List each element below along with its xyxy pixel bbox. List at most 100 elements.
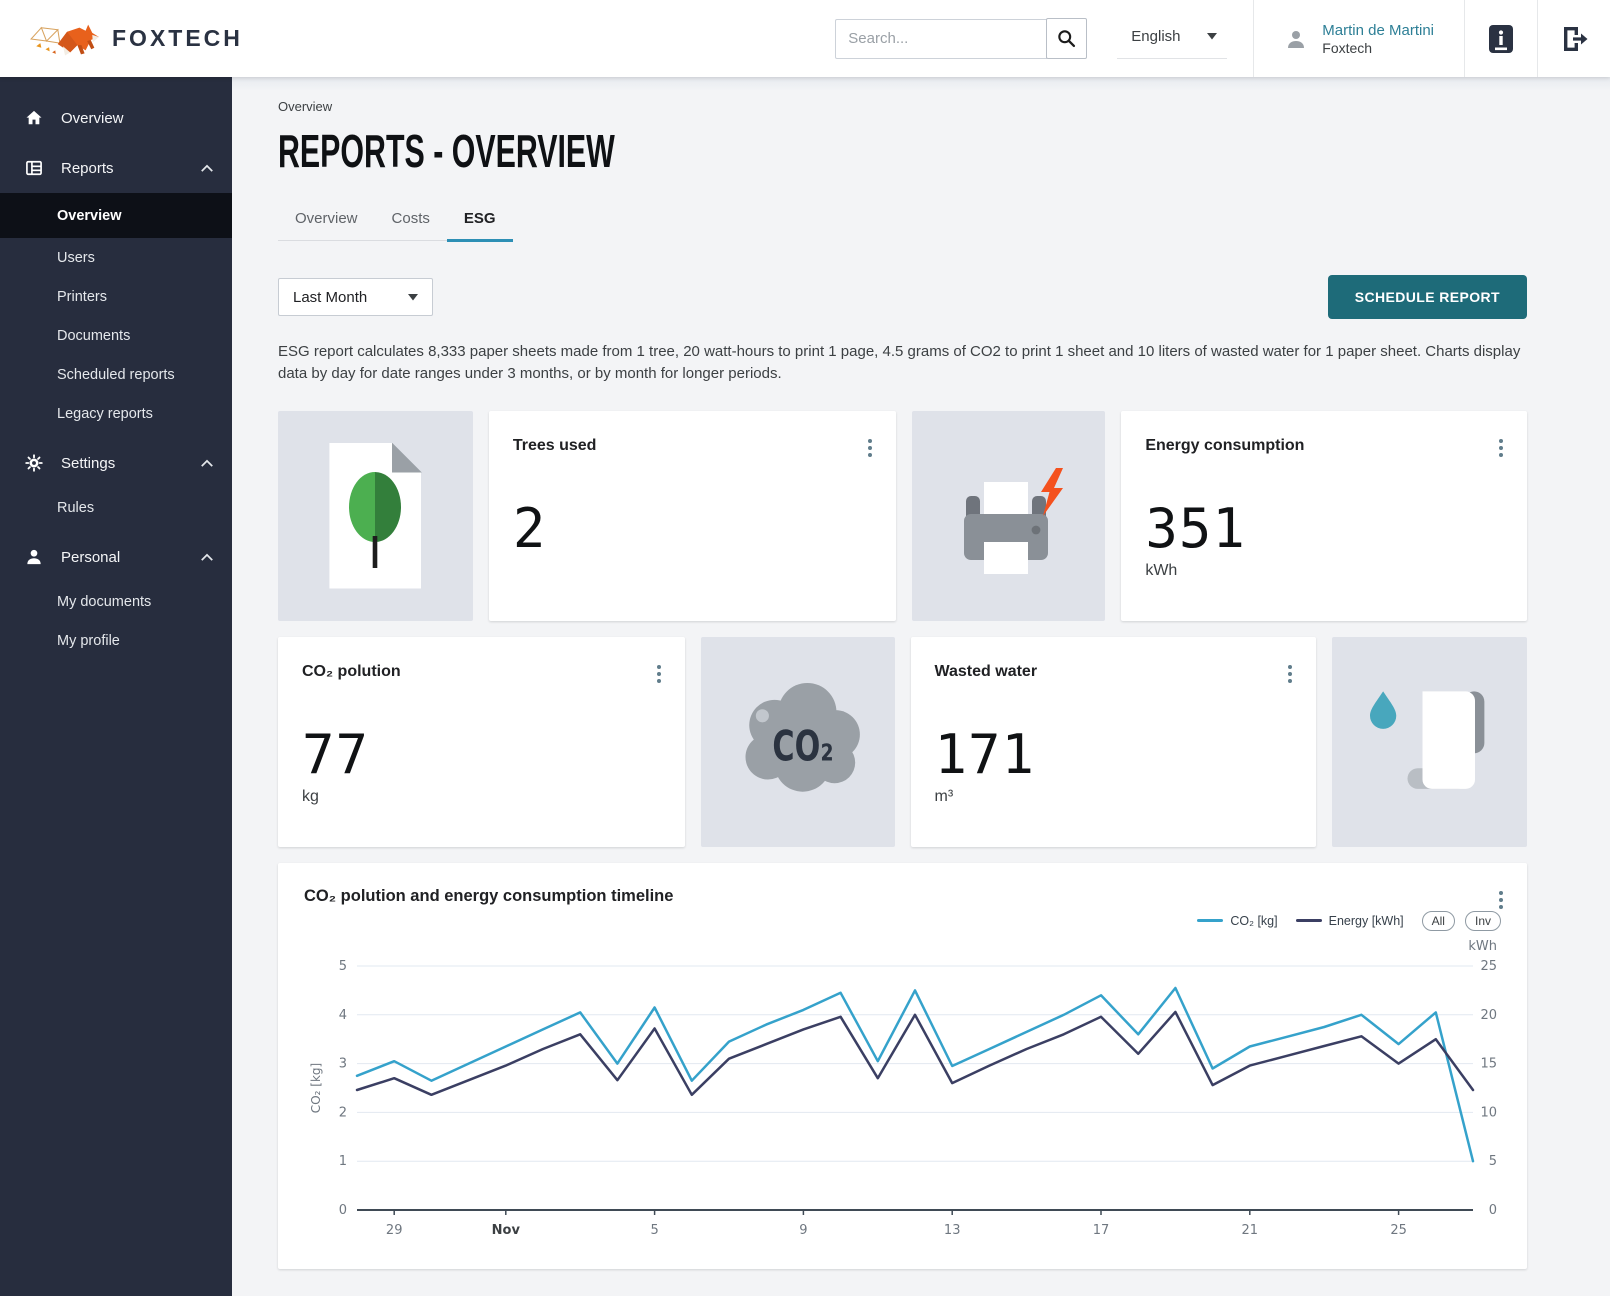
tile-printer xyxy=(912,411,1106,621)
toggle-inv-button[interactable]: Inv xyxy=(1465,911,1501,931)
language-value: English xyxy=(1131,28,1180,45)
tile-co2-cloud: CO₂ xyxy=(701,637,895,847)
svg-text:Nov: Nov xyxy=(492,1223,521,1238)
sidebar-item-printers[interactable]: Printers xyxy=(0,277,232,316)
svg-text:21: 21 xyxy=(1242,1223,1259,1238)
svg-text:3: 3 xyxy=(339,1056,347,1071)
sidebar-item-scheduled-reports[interactable]: Scheduled reports xyxy=(0,355,232,394)
sidebar-item-documents[interactable]: Documents xyxy=(0,316,232,355)
user-menu[interactable]: Martin de Martini Foxtech xyxy=(1254,0,1464,77)
user-company: Foxtech xyxy=(1322,40,1434,56)
user-avatar-icon xyxy=(1284,27,1308,51)
sidebar-group-label: Personal xyxy=(61,549,120,566)
sidebar-group-personal[interactable]: Personal xyxy=(0,532,232,582)
logout-button[interactable] xyxy=(1538,0,1610,77)
sidebar-item-my-documents[interactable]: My documents xyxy=(0,582,232,621)
svg-text:5: 5 xyxy=(650,1223,658,1238)
legend-item-energy[interactable]: Energy [kWh] xyxy=(1296,914,1404,928)
sidebar-item-label: Users xyxy=(57,250,95,266)
caret-down-icon xyxy=(1207,33,1217,40)
schedule-report-button[interactable]: SCHEDULE REPORT xyxy=(1328,275,1527,319)
svg-text:17: 17 xyxy=(1093,1223,1110,1238)
co2-cloud-label: CO₂ xyxy=(773,721,834,770)
chevron-up-icon xyxy=(200,164,214,173)
tab-costs[interactable]: Costs xyxy=(375,200,447,242)
sidebar-item-label: Documents xyxy=(57,328,130,344)
period-select-value: Last Month xyxy=(293,289,367,306)
sidebar-item-label: My profile xyxy=(57,633,120,649)
svg-text:CO₂ [kg]: CO₂ [kg] xyxy=(309,1062,323,1112)
tree-icon xyxy=(339,466,411,576)
svg-text:0: 0 xyxy=(1489,1203,1497,1218)
user-name: Martin de Martini xyxy=(1322,21,1434,41)
kebab-icon xyxy=(657,665,661,683)
sidebar-item-label: My documents xyxy=(57,594,151,610)
card-value: 77 xyxy=(302,723,661,786)
search-icon xyxy=(1056,28,1077,49)
language-select[interactable]: English xyxy=(1117,19,1227,59)
chevron-up-icon xyxy=(200,553,214,562)
period-select[interactable]: Last Month xyxy=(278,278,433,316)
sidebar-item-overview[interactable]: Overview xyxy=(0,93,232,143)
kebab-menu-button[interactable] xyxy=(655,663,663,688)
sidebar-item-label: Printers xyxy=(57,289,107,305)
card-title: Trees used xyxy=(513,437,872,455)
sidebar-item-label: Overview xyxy=(57,208,122,224)
sidebar-item-users[interactable]: Users xyxy=(0,238,232,277)
sidebar-item-reports-overview[interactable]: Overview xyxy=(0,193,232,238)
page-fold xyxy=(392,443,422,473)
svg-text:10: 10 xyxy=(1480,1105,1497,1120)
kebab-menu-button[interactable] xyxy=(1286,663,1294,688)
tile-tree xyxy=(278,411,473,621)
card-title: Wasted water xyxy=(935,663,1293,681)
svg-text:25: 25 xyxy=(1480,959,1497,974)
chart-card: CO₂ polution and energy consumption time… xyxy=(278,863,1527,1269)
svg-text:13: 13 xyxy=(944,1223,961,1238)
search-input[interactable] xyxy=(835,19,1047,59)
sidebar-item-legacy-reports[interactable]: Legacy reports xyxy=(0,394,232,433)
card-trees-used: Trees used 2 xyxy=(489,411,896,621)
breadcrumb[interactable]: Overview xyxy=(278,99,1527,114)
svg-text:4: 4 xyxy=(339,1007,347,1022)
toggle-all-button[interactable]: All xyxy=(1422,911,1455,931)
card-energy: Energy consumption 351 kWh xyxy=(1121,411,1527,621)
card-title: Energy consumption xyxy=(1145,437,1503,455)
kebab-menu-button[interactable] xyxy=(1497,437,1505,462)
svg-text:5: 5 xyxy=(1489,1154,1497,1169)
help-manual-button[interactable] xyxy=(1465,0,1537,77)
card-value: 351 xyxy=(1145,497,1503,560)
info-book-icon xyxy=(1487,23,1515,55)
main-content: Overview REPORTS - OVERVIEW Overview Cos… xyxy=(232,77,1610,1296)
page-title: REPORTS - OVERVIEW xyxy=(278,124,1527,176)
kebab-icon xyxy=(1499,891,1503,909)
tabs: Overview Costs ESG xyxy=(278,200,513,241)
svg-text:2: 2 xyxy=(339,1105,347,1120)
sidebar-item-label: Rules xyxy=(57,500,94,516)
svg-text:29: 29 xyxy=(386,1223,403,1238)
brand-logo[interactable]: FOXTECH xyxy=(0,16,243,62)
tab-esg[interactable]: ESG xyxy=(447,200,513,242)
gear-icon xyxy=(24,453,44,473)
tab-overview[interactable]: Overview xyxy=(278,200,375,242)
svg-text:5: 5 xyxy=(339,959,347,974)
logout-icon xyxy=(1559,24,1589,54)
sidebar-item-my-profile[interactable]: My profile xyxy=(0,621,232,660)
sidebar-group-reports[interactable]: Reports xyxy=(0,143,232,193)
search-button[interactable] xyxy=(1046,18,1087,59)
sidebar: Overview Reports Overview Users Printers… xyxy=(0,77,232,1296)
caret-down-icon xyxy=(408,294,418,301)
sidebar-item-rules[interactable]: Rules xyxy=(0,488,232,527)
kebab-icon xyxy=(868,439,872,457)
sidebar-group-settings[interactable]: Settings xyxy=(0,438,232,488)
kebab-menu-button[interactable] xyxy=(866,437,874,462)
legend-swatch-energy xyxy=(1296,919,1322,922)
person-icon xyxy=(24,547,44,567)
card-unit: kg xyxy=(302,788,661,806)
paper-roll-image xyxy=(1355,667,1505,817)
chevron-up-icon xyxy=(200,459,214,468)
legend-item-co2[interactable]: CO₂ [kg] xyxy=(1197,914,1277,928)
card-water: Wasted water 171 m³ xyxy=(911,637,1317,847)
card-co2: CO₂ polution 77 kg xyxy=(278,637,685,847)
svg-text:25: 25 xyxy=(1390,1223,1407,1238)
kebab-menu-button[interactable] xyxy=(1497,889,1505,914)
